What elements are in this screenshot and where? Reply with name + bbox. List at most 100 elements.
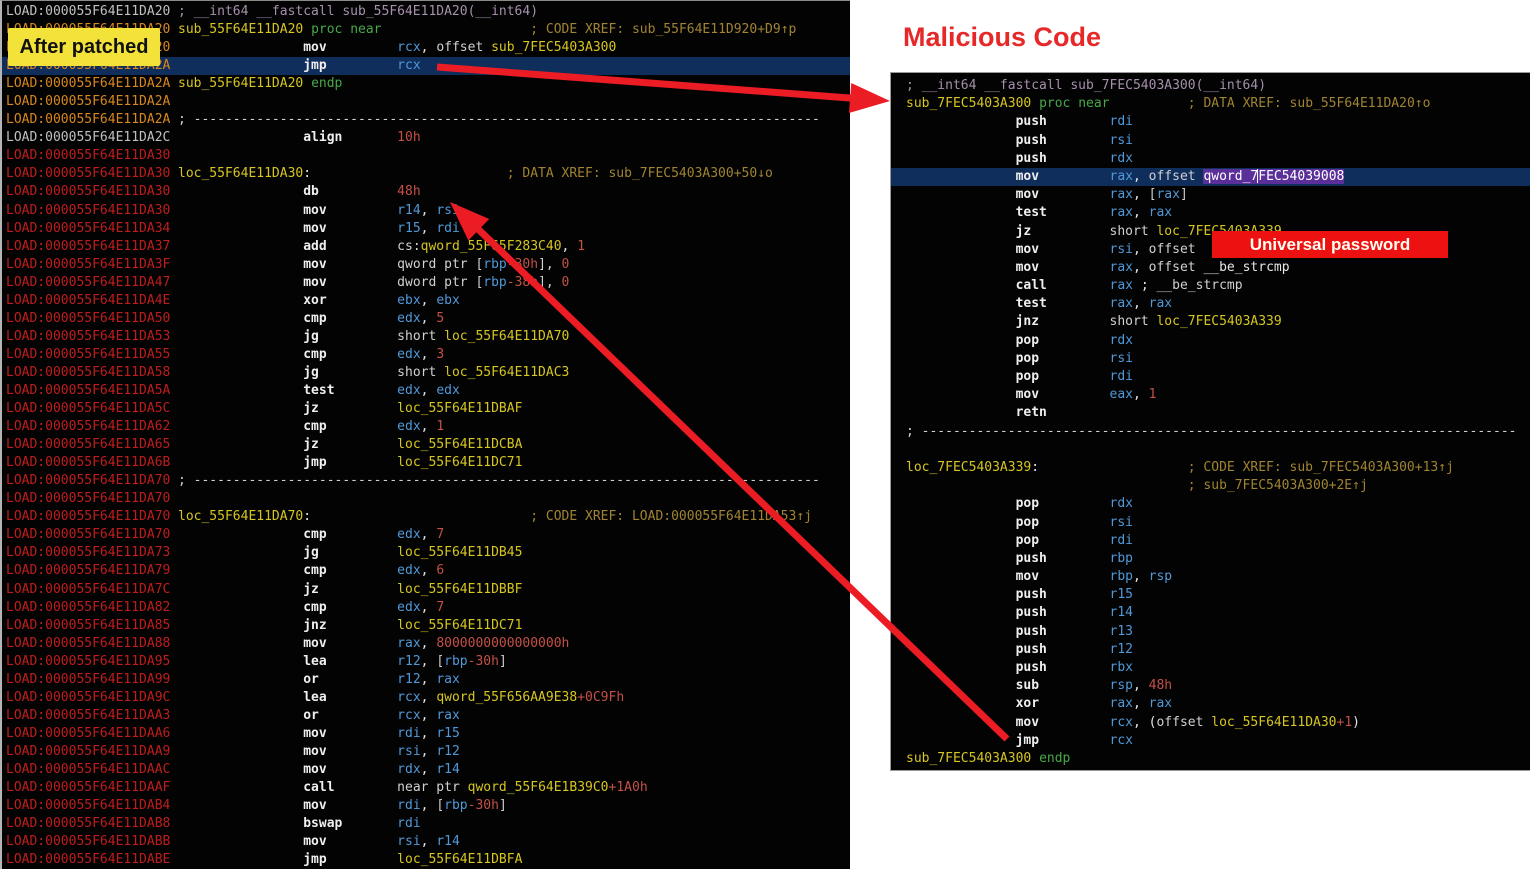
asm-line[interactable]: LOAD:000055F64E11DA85 jnz loc_55F64E11DC… [2, 617, 850, 635]
asm-line[interactable]: LOAD:000055F64E11DA95 lea r12, [rbp-30h] [2, 653, 850, 671]
asm-line[interactable]: LOAD:000055F64E11DA70loc_55F64E11DA70: ;… [2, 508, 850, 526]
asm-line[interactable]: mov rax, offset qword_7FEC54039008 [891, 168, 1530, 186]
address-column: LOAD:000055F64E11DA85 [2, 617, 178, 635]
asm-line[interactable]: pop rsi [891, 514, 1530, 532]
asm-line[interactable]: push r12 [891, 641, 1530, 659]
asm-line[interactable]: mov rcx, (offset loc_55F64E11DA30+1) [891, 714, 1530, 732]
address-column: LOAD:000055F64E11DA55 [2, 346, 178, 364]
asm-line[interactable]: LOAD:000055F64E11DAAF call near ptr qwor… [2, 779, 850, 797]
asm-line[interactable]: LOAD:000055F64E11DA55 cmp edx, 3 [2, 346, 850, 364]
asm-line[interactable]: push r13 [891, 623, 1530, 641]
asm-line[interactable]: LOAD:000055F64E11DA30 mov r14, rsi [2, 202, 850, 220]
asm-line[interactable]: mov rax, offset __be_strcmp [891, 259, 1530, 277]
asm-line[interactable]: loc_7FEC5403A339: ; CODE XREF: sub_7FEC5… [891, 459, 1530, 477]
asm-line[interactable]: push rbx [891, 659, 1530, 677]
address-column: LOAD:000055F64E11DABE [2, 851, 178, 869]
address-column: LOAD:000055F64E11DA65 [2, 436, 178, 454]
asm-line[interactable]: LOAD:000055F64E11DA30 db 48h [2, 183, 850, 201]
asm-line[interactable]: ; --------------------------------------… [891, 423, 1530, 441]
asm-line[interactable]: pop rdx [891, 495, 1530, 513]
asm-line[interactable]: LOAD:000055F64E11DA53 jg short loc_55F64… [2, 328, 850, 346]
asm-line[interactable]: LOAD:000055F64E11DA99 or r12, rax [2, 671, 850, 689]
asm-line[interactable]: LOAD:000055F64E11DA4E xor ebx, ebx [2, 292, 850, 310]
asm-line[interactable]: mov eax, 1 [891, 386, 1530, 404]
disassembly-view-patched[interactable]: LOAD:000055F64E11DA20; __int64 __fastcal… [0, 0, 850, 869]
asm-line[interactable]: LOAD:000055F64E11DA7C jz loc_55F64E11DBB… [2, 581, 850, 599]
malicious-code-text: Malicious Code [903, 22, 1101, 52]
asm-line[interactable]: LOAD:000055F64E11DAB4 mov rdi, [rbp-30h] [2, 797, 850, 815]
disassembly-view-malicious[interactable]: ; __int64 __fastcall sub_7FEC5403A300(__… [890, 72, 1530, 771]
asm-line[interactable]: jnz short loc_7FEC5403A339 [891, 313, 1530, 331]
asm-line[interactable]: sub_7FEC5403A300 endp [891, 750, 1530, 768]
asm-line[interactable]: LOAD:000055F64E11DA73 jg loc_55F64E11DB4… [2, 544, 850, 562]
asm-line[interactable]: push rdx [891, 150, 1530, 168]
asm-line[interactable]: LOAD:000055F64E11DA5C jz loc_55F64E11DBA… [2, 400, 850, 418]
asm-line[interactable]: push r14 [891, 604, 1530, 622]
asm-line[interactable]: LOAD:000055F64E11DA2Asub_55F64E11DA20 en… [2, 75, 850, 93]
address-column: LOAD:000055F64E11DAAF [2, 779, 178, 797]
asm-line[interactable]: test rax, rax [891, 204, 1530, 222]
after-patched-text: After patched [20, 36, 149, 59]
asm-line[interactable]: LOAD:000055F64E11DA3F mov qword ptr [rbp… [2, 256, 850, 274]
address-column: LOAD:000055F64E11DA2A [2, 75, 178, 93]
address-column: LOAD:000055F64E11DAB8 [2, 815, 178, 833]
asm-line[interactable]: ; sub_7FEC5403A300+2E↑j [891, 477, 1530, 495]
asm-line[interactable]: LOAD:000055F64E11DA20; __int64 __fastcal… [2, 3, 850, 21]
address-column: LOAD:000055F64E11DA58 [2, 364, 178, 382]
asm-line[interactable]: LOAD:000055F64E11DA2A; -----------------… [2, 111, 850, 129]
asm-line[interactable]: ; __int64 __fastcall sub_7FEC5403A300(__… [891, 77, 1530, 95]
asm-line[interactable]: LOAD:000055F64E11DAA3 or rcx, rax [2, 707, 850, 725]
asm-line[interactable]: LOAD:000055F64E11DABB mov rsi, r14 [2, 833, 850, 851]
address-column: LOAD:000055F64E11DA5A [2, 382, 178, 400]
asm-line[interactable]: LOAD:000055F64E11DA50 cmp edx, 5 [2, 310, 850, 328]
asm-line[interactable]: push rsi [891, 132, 1530, 150]
asm-line[interactable]: call rax ; __be_strcmp [891, 277, 1530, 295]
address-column: LOAD:000055F64E11DA73 [2, 544, 178, 562]
asm-line[interactable]: sub rsp, 48h [891, 677, 1530, 695]
asm-line[interactable]: LOAD:000055F64E11DA79 cmp edx, 6 [2, 562, 850, 580]
address-column: LOAD:000055F64E11DA53 [2, 328, 178, 346]
asm-line[interactable]: LOAD:000055F64E11DA2C align 10h [2, 129, 850, 147]
asm-line[interactable]: LOAD:000055F64E11DA47 mov dword ptr [rbp… [2, 274, 850, 292]
address-column: LOAD:000055F64E11DA70 [2, 490, 178, 508]
address-column: LOAD:000055F64E11DA5C [2, 400, 178, 418]
asm-line[interactable]: LOAD:000055F64E11DA88 mov rax, 800000000… [2, 635, 850, 653]
asm-line[interactable]: jmp rcx [891, 732, 1530, 750]
asm-line[interactable]: LOAD:000055F64E11DA37 add cs:qword_55F65… [2, 238, 850, 256]
asm-line[interactable]: pop rdi [891, 532, 1530, 550]
asm-line[interactable]: pop rsi [891, 350, 1530, 368]
asm-line[interactable]: LOAD:000055F64E11DA70; -----------------… [2, 472, 850, 490]
asm-line[interactable]: LOAD:000055F64E11DAA6 mov rdi, r15 [2, 725, 850, 743]
asm-line[interactable]: retn [891, 404, 1530, 422]
asm-line[interactable]: LOAD:000055F64E11DA62 cmp edx, 1 [2, 418, 850, 436]
asm-line[interactable]: LOAD:000055F64E11DA2A [2, 93, 850, 111]
asm-line[interactable]: mov rax, [rax] [891, 186, 1530, 204]
asm-line[interactable] [891, 441, 1530, 459]
asm-line[interactable]: LOAD:000055F64E11DA6B jmp loc_55F64E11DC… [2, 454, 850, 472]
asm-line[interactable]: LOAD:000055F64E11DAB8 bswap rdi [2, 815, 850, 833]
asm-line[interactable]: LOAD:000055F64E11DA58 jg short loc_55F64… [2, 364, 850, 382]
asm-line[interactable]: LOAD:000055F64E11DA70 cmp edx, 7 [2, 526, 850, 544]
asm-line[interactable]: LOAD:000055F64E11DA9C lea rcx, qword_55F… [2, 689, 850, 707]
asm-line[interactable]: xor rax, rax [891, 695, 1530, 713]
asm-line[interactable]: LOAD:000055F64E11DA34 mov r15, rdi [2, 220, 850, 238]
asm-line[interactable]: pop rdi [891, 368, 1530, 386]
asm-line[interactable]: LOAD:000055F64E11DA70 [2, 490, 850, 508]
asm-line[interactable]: push r15 [891, 586, 1530, 604]
address-column: LOAD:000055F64E11DA30 [2, 165, 178, 183]
asm-line[interactable]: push rdi [891, 113, 1530, 131]
asm-line[interactable]: push rbp [891, 550, 1530, 568]
asm-line[interactable]: LOAD:000055F64E11DA30 [2, 147, 850, 165]
address-column: LOAD:000055F64E11DA30 [2, 202, 178, 220]
asm-line[interactable]: LOAD:000055F64E11DA5A test edx, edx [2, 382, 850, 400]
asm-line[interactable]: mov rbp, rsp [891, 568, 1530, 586]
asm-line[interactable]: LOAD:000055F64E11DA30loc_55F64E11DA30: ;… [2, 165, 850, 183]
asm-line[interactable]: LOAD:000055F64E11DABE jmp loc_55F64E11DB… [2, 851, 850, 869]
asm-line[interactable]: LOAD:000055F64E11DAA9 mov rsi, r12 [2, 743, 850, 761]
asm-line[interactable]: LOAD:000055F64E11DAAC mov rdx, r14 [2, 761, 850, 779]
asm-line[interactable]: pop rdx [891, 332, 1530, 350]
asm-line[interactable]: sub_7FEC5403A300 proc near ; DATA XREF: … [891, 95, 1530, 113]
asm-line[interactable]: LOAD:000055F64E11DA65 jz loc_55F64E11DCB… [2, 436, 850, 454]
asm-line[interactable]: test rax, rax [891, 295, 1530, 313]
asm-line[interactable]: LOAD:000055F64E11DA82 cmp edx, 7 [2, 599, 850, 617]
